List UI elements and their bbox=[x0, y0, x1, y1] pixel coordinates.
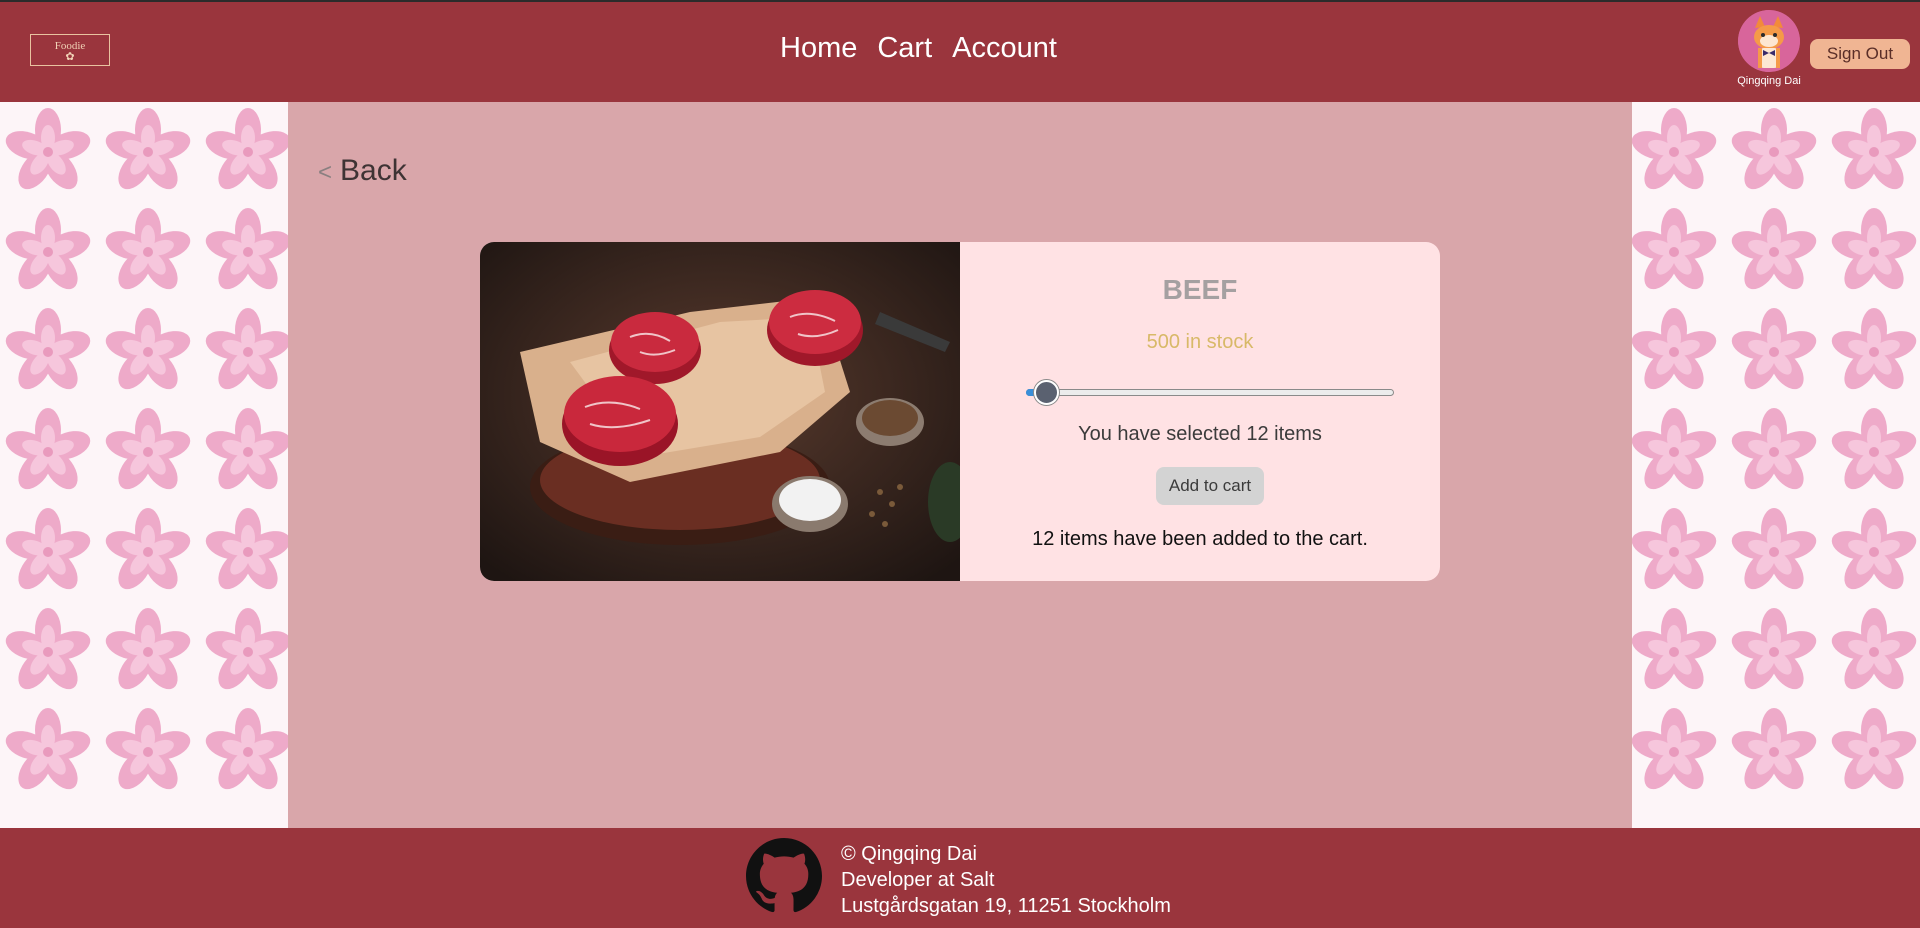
cat-avatar-icon[interactable] bbox=[1738, 10, 1800, 72]
slider-track bbox=[1026, 389, 1394, 396]
nav-account[interactable]: Account bbox=[952, 32, 1057, 65]
quantity-slider[interactable] bbox=[1026, 380, 1394, 405]
main-content: < Back BEEF 500 in stock You have select… bbox=[288, 102, 1632, 828]
product-title: BEEF bbox=[1162, 274, 1238, 305]
logo-star-icon: ✿ bbox=[65, 51, 75, 63]
floral-background-right bbox=[1632, 102, 1920, 828]
main-nav: Home Cart Account bbox=[780, 32, 1057, 65]
footer-role: Developer at Salt bbox=[841, 869, 995, 891]
footer-copyright: © Qingqing Dai bbox=[841, 843, 977, 865]
back-link[interactable]: < Back bbox=[318, 154, 407, 188]
added-message: 12 items have been added to the cart. bbox=[1032, 528, 1368, 550]
footer: © Qingqing Dai Developer at Salt Lustgår… bbox=[0, 828, 1920, 928]
nav-home[interactable]: Home bbox=[780, 32, 857, 65]
github-icon[interactable] bbox=[746, 838, 822, 914]
beef-product-image bbox=[480, 242, 972, 581]
flower-pattern-right bbox=[1632, 108, 1920, 796]
header: Foodie ✿ Home Cart Account Qingqing Dai … bbox=[0, 0, 1920, 102]
user-name: Qingqing Dai bbox=[1737, 75, 1801, 87]
product-info: BEEF 500 in stock You have selected 12 i… bbox=[960, 242, 1440, 581]
footer-address: Lustgårdsgatan 19, 11251 Stockholm bbox=[841, 895, 1171, 917]
back-label: Back bbox=[340, 154, 407, 187]
foodie-logo[interactable]: Foodie ✿ bbox=[30, 34, 110, 66]
footer-text: © Qingqing Dai Developer at Salt Lustgår… bbox=[841, 841, 1171, 919]
flower-pattern-left bbox=[2, 108, 288, 796]
chevron-left-icon: < bbox=[318, 159, 333, 186]
selected-count-text: You have selected 12 items bbox=[1078, 423, 1322, 445]
stock-text: 500 in stock bbox=[1146, 331, 1254, 353]
floral-background-left bbox=[0, 102, 288, 828]
product-card: BEEF 500 in stock You have selected 12 i… bbox=[480, 242, 1440, 581]
add-to-cart-button[interactable]: Add to cart bbox=[1156, 467, 1264, 505]
sign-out-button[interactable]: Sign Out bbox=[1810, 39, 1910, 69]
slider-thumb[interactable] bbox=[1034, 380, 1060, 405]
nav-cart[interactable]: Cart bbox=[877, 32, 932, 65]
